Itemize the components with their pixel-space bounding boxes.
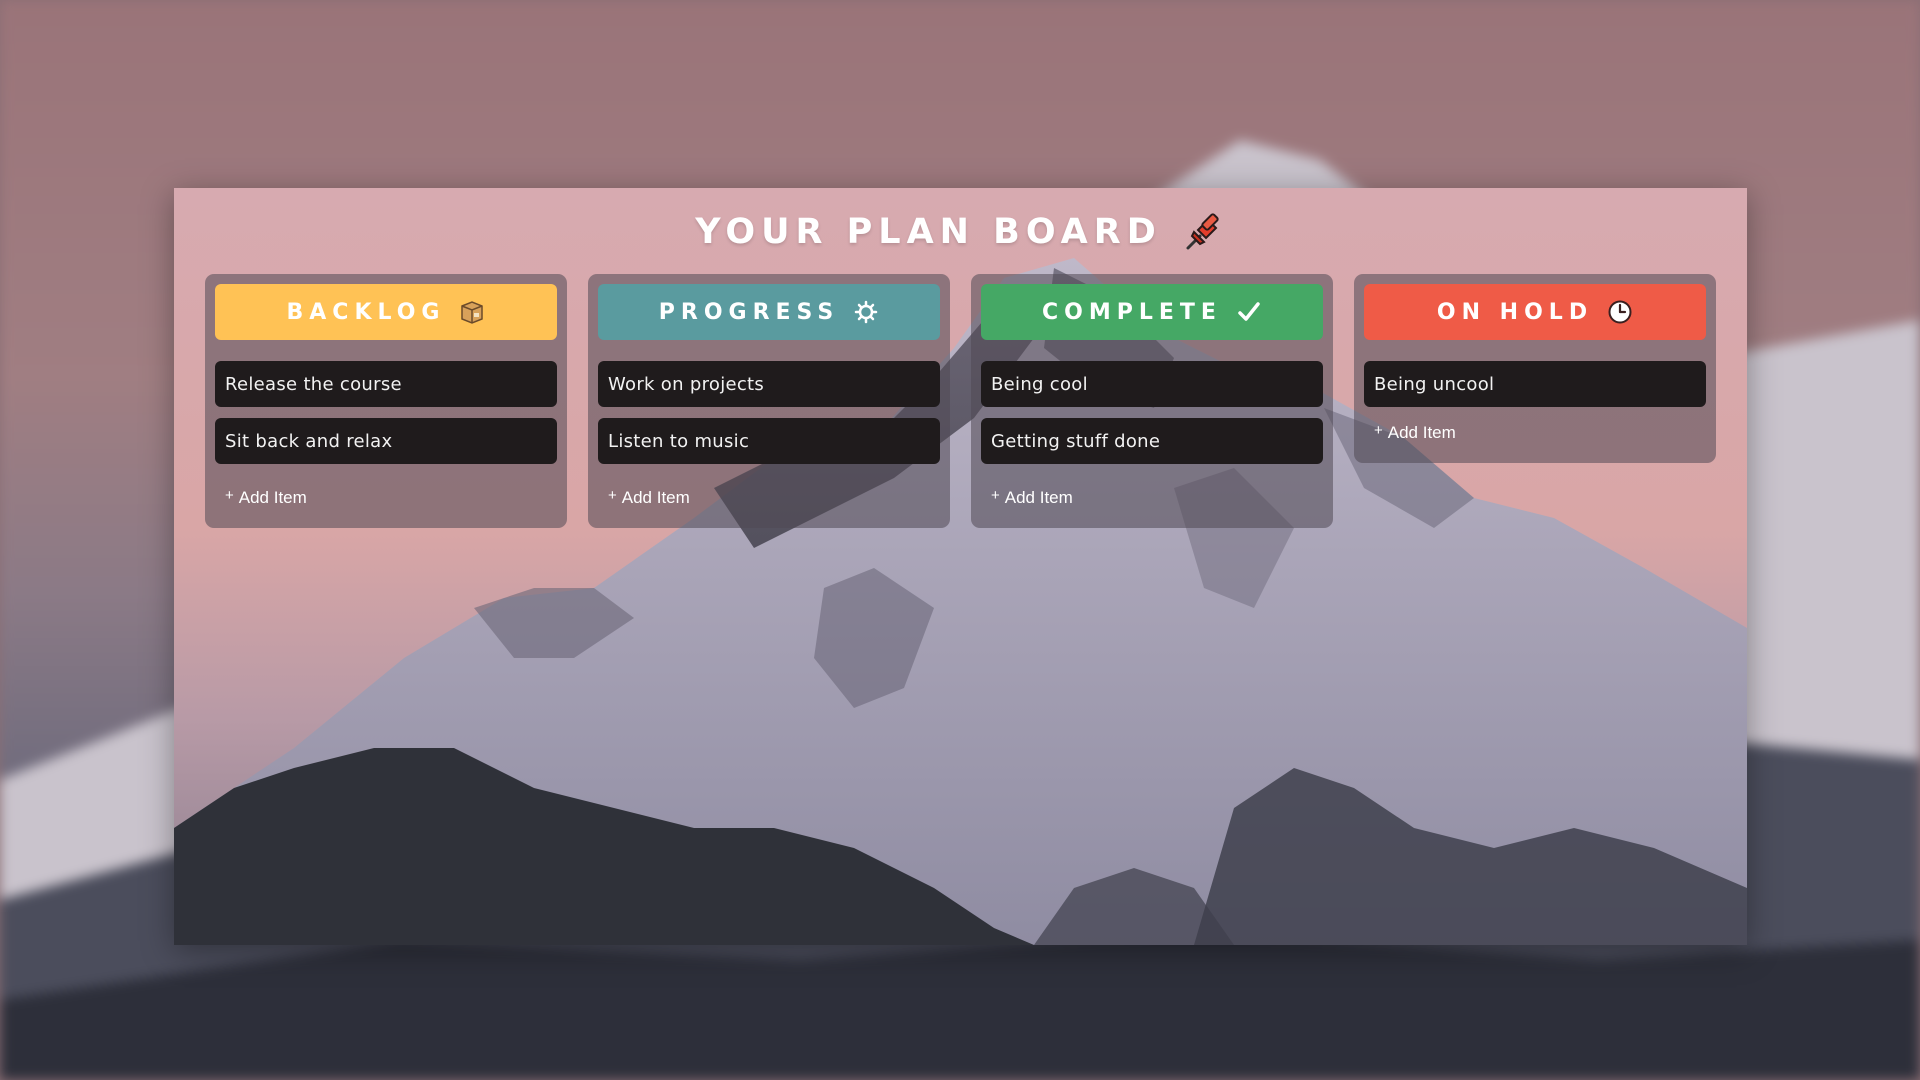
list-item[interactable]: Work on projects [598, 361, 940, 407]
gear-icon [853, 299, 879, 325]
add-item-button[interactable]: + Add Item [598, 486, 940, 510]
plus-icon: + [225, 486, 234, 504]
add-item-label: Add Item [238, 488, 307, 507]
item-list: Work on projects Listen to music [598, 361, 940, 464]
column-header-on-hold: ON HOLD [1364, 284, 1706, 340]
list-item[interactable]: Listen to music [598, 418, 940, 464]
column-backlog: BACKLOG Release the course Sit back and … [205, 274, 567, 528]
plus-icon: + [991, 486, 1000, 504]
column-header-complete: COMPLETE [981, 284, 1323, 340]
add-item-label: Add Item [1387, 423, 1456, 442]
plus-icon: + [608, 486, 617, 504]
list-item[interactable]: Getting stuff done [981, 418, 1323, 464]
column-title: BACKLOG [286, 299, 446, 325]
column-title: ON HOLD [1436, 299, 1594, 325]
add-item-label: Add Item [1004, 488, 1073, 507]
item-list: Being cool Getting stuff done [981, 361, 1323, 464]
add-item-button[interactable]: + Add Item [981, 486, 1323, 510]
list-item[interactable]: Sit back and relax [215, 418, 557, 464]
list-item[interactable]: Being cool [981, 361, 1323, 407]
plus-icon: + [1374, 421, 1383, 439]
column-complete: COMPLETE Being cool Getting stuff done +… [971, 274, 1333, 528]
list-item[interactable]: Being uncool [1364, 361, 1706, 407]
package-icon [459, 299, 485, 325]
item-list: Release the course Sit back and relax [215, 361, 557, 464]
column-title: COMPLETE [1042, 299, 1222, 325]
add-item-button[interactable]: + Add Item [215, 486, 557, 510]
checkmark-icon [1236, 299, 1262, 325]
column-progress: PROGRESS Work on projects Listen to musi… [588, 274, 950, 528]
add-item-label: Add Item [621, 488, 690, 507]
board-title-text: YOUR PLAN BOARD [695, 212, 1162, 252]
column-on-hold: ON HOLD Being uncool + Add Item [1354, 274, 1716, 463]
board-columns: BACKLOG Release the course Sit back and … [205, 274, 1716, 528]
item-list: Being uncool [1364, 361, 1706, 407]
clock-icon [1607, 299, 1633, 325]
column-title: PROGRESS [658, 299, 840, 325]
plan-board: YOUR PLAN BOARD BACKLOG Release the cour… [174, 188, 1747, 945]
board-title: YOUR PLAN BOARD [174, 210, 1747, 254]
list-item[interactable]: Release the course [215, 361, 557, 407]
add-item-button[interactable]: + Add Item [1364, 421, 1706, 445]
column-header-progress: PROGRESS [598, 284, 940, 340]
pushpin-icon [1182, 210, 1226, 254]
column-header-backlog: BACKLOG [215, 284, 557, 340]
